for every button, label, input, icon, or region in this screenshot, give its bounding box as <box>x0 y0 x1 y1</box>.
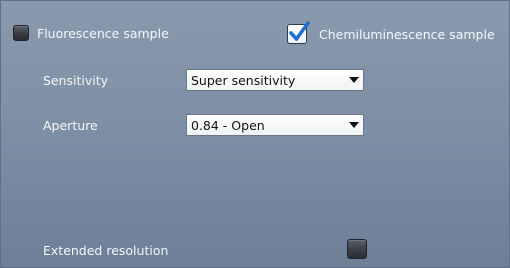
aperture-label: Aperture <box>43 118 98 133</box>
chemiluminescence-sample-option[interactable]: Chemiluminescence sample <box>287 21 495 44</box>
fluorescence-sample-option[interactable]: Fluorescence sample <box>13 25 169 41</box>
chevron-down-icon[interactable] <box>345 115 363 135</box>
acquisition-settings-panel: Fluorescence sample Chemiluminescence sa… <box>0 0 510 268</box>
aperture-selected-value: 0.84 - Open <box>191 117 265 133</box>
chevron-down-icon[interactable] <box>345 70 363 90</box>
checkmark-icon <box>289 21 310 41</box>
fluorescence-sample-label: Fluorescence sample <box>37 25 169 41</box>
extended-resolution-checkbox[interactable] <box>347 239 367 259</box>
sensitivity-selected-value: Super sensitivity <box>191 72 296 88</box>
sensitivity-label: Sensitivity <box>43 73 109 88</box>
fluorescence-sample-checkbox[interactable] <box>13 25 29 41</box>
aperture-dropdown[interactable]: 0.84 - Open <box>186 114 364 136</box>
chemiluminescence-sample-label: Chemiluminescence sample <box>319 26 495 42</box>
extended-resolution-label: Extended resolution <box>43 243 169 258</box>
sensitivity-dropdown[interactable]: Super sensitivity <box>186 69 364 91</box>
chemiluminescence-sample-checkbox[interactable] <box>287 21 310 44</box>
